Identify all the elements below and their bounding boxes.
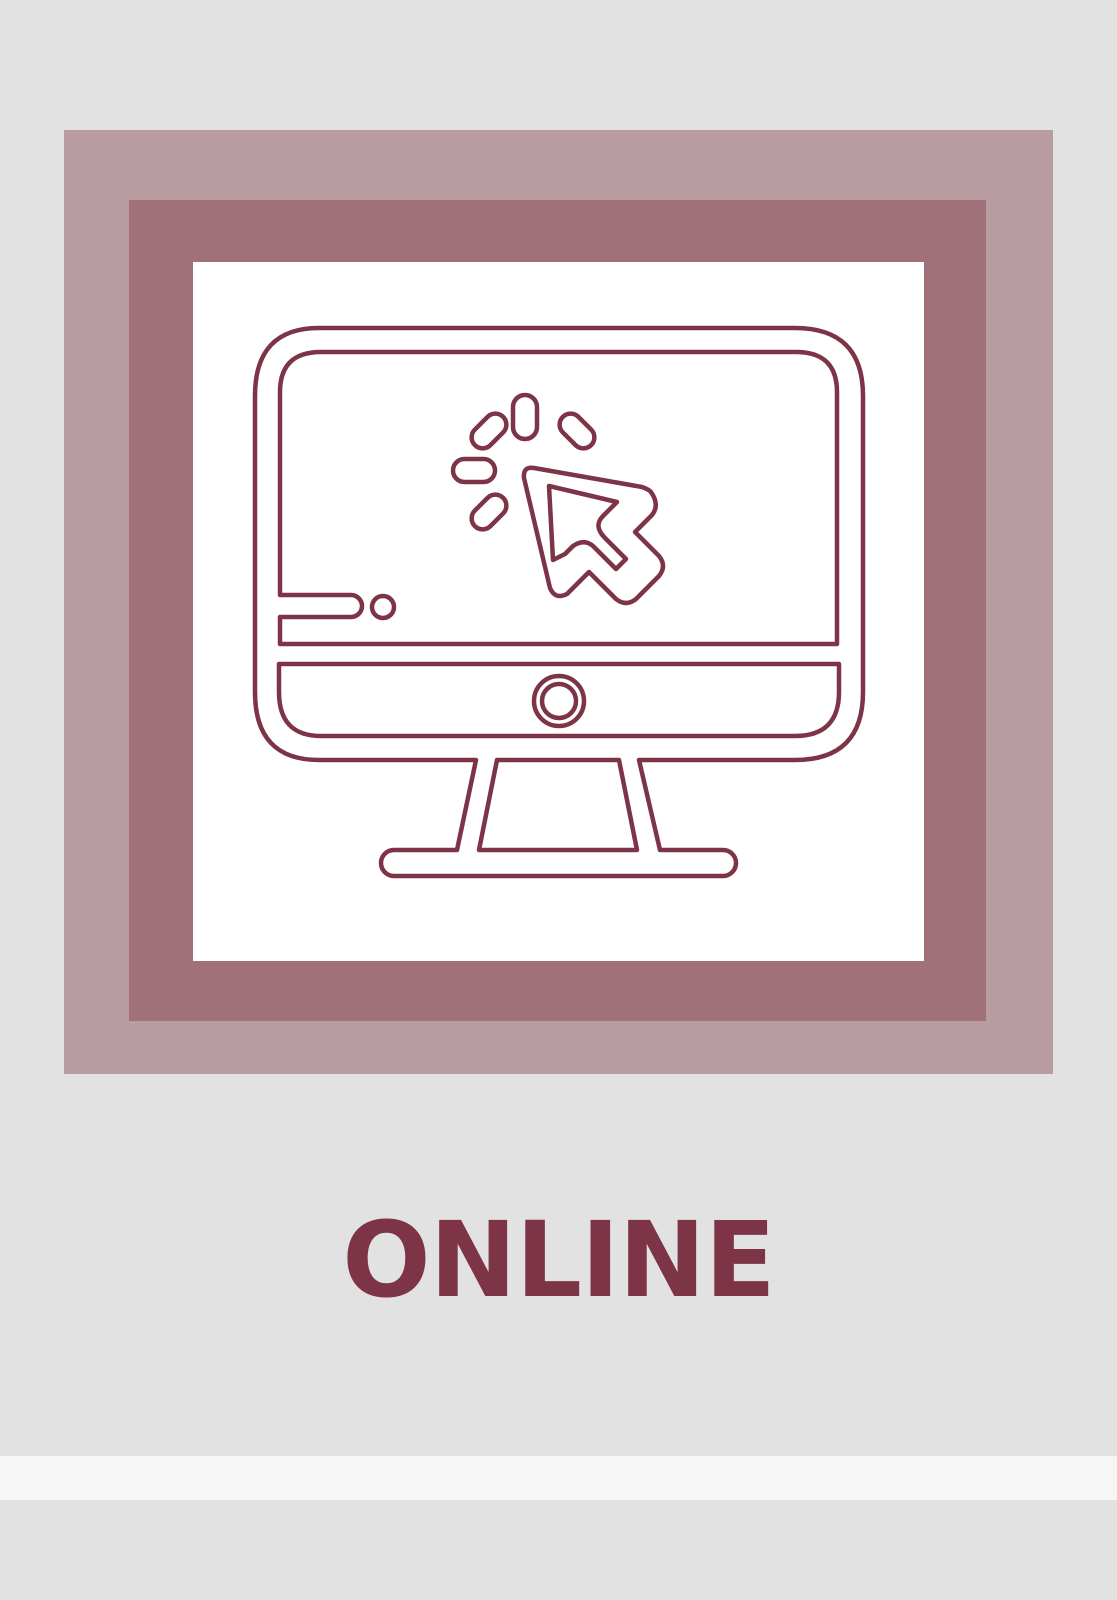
bottom-band [0,1456,1117,1500]
icon-frame-inner [193,262,924,961]
computer-click-icon [252,325,866,879]
card-label: ONLINE [342,1199,776,1321]
